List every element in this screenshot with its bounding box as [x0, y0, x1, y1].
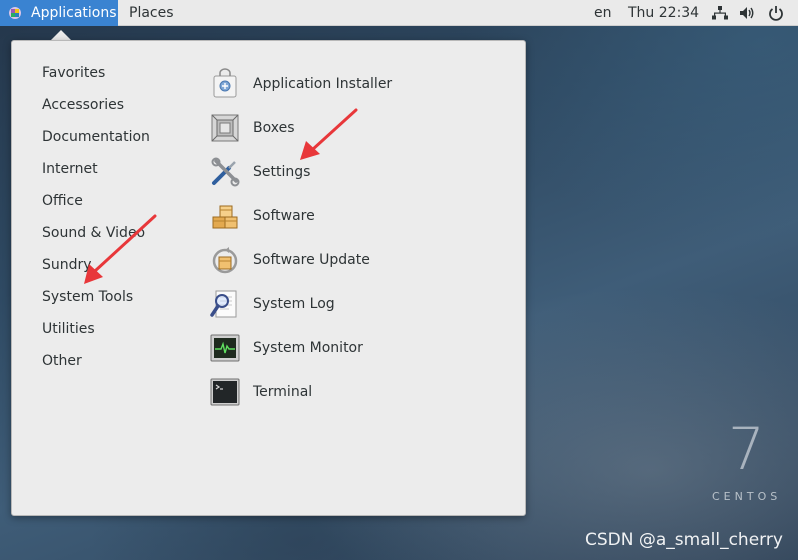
- app-item-software[interactable]: Software: [209, 194, 392, 238]
- category-sundry[interactable]: Sundry: [42, 255, 150, 287]
- gnome-foot-icon: [9, 7, 21, 19]
- category-other[interactable]: Other: [42, 351, 150, 383]
- app-item-application-installer[interactable]: Application Installer: [209, 62, 392, 106]
- software-update-icon: [209, 244, 241, 276]
- system-log-icon: [209, 288, 241, 320]
- volume-icon[interactable]: [739, 5, 755, 21]
- centos-version-logo: 7: [728, 415, 765, 483]
- software-icon: [209, 200, 241, 232]
- app-label: System Log: [253, 296, 335, 312]
- category-list: Favorites Accessories Documentation Inte…: [42, 63, 150, 383]
- centos-wordmark: CENTOS: [712, 490, 782, 503]
- category-internet[interactable]: Internet: [42, 159, 150, 191]
- clock[interactable]: Thu 22:34: [628, 0, 699, 26]
- app-item-boxes[interactable]: Boxes: [209, 106, 392, 150]
- app-item-settings[interactable]: Settings: [209, 150, 392, 194]
- app-item-software-update[interactable]: Software Update: [209, 238, 392, 282]
- language-label: en: [594, 5, 612, 21]
- app-label: Software: [253, 208, 315, 224]
- app-label: Settings: [253, 164, 311, 180]
- category-accessories[interactable]: Accessories: [42, 95, 150, 127]
- top-panel: Applications Places en Thu 22:34: [0, 0, 798, 26]
- category-office[interactable]: Office: [42, 191, 150, 223]
- places-label: Places: [129, 5, 174, 21]
- applications-menu: Favorites Accessories Documentation Inte…: [11, 40, 526, 516]
- app-installer-icon: [209, 68, 241, 100]
- category-sound-video[interactable]: Sound & Video: [42, 223, 150, 255]
- boxes-icon: [209, 112, 241, 144]
- app-list: Application Installer Boxes Settings Sof…: [209, 62, 392, 414]
- category-system-tools[interactable]: System Tools: [42, 287, 150, 319]
- applications-label: Applications: [31, 5, 117, 21]
- app-item-terminal[interactable]: Terminal: [209, 370, 392, 414]
- app-item-system-monitor[interactable]: System Monitor: [209, 326, 392, 370]
- settings-icon: [209, 156, 241, 188]
- category-utilities[interactable]: Utilities: [42, 319, 150, 351]
- power-icon[interactable]: [768, 5, 784, 21]
- language-indicator[interactable]: en: [594, 0, 612, 26]
- app-label: Boxes: [253, 120, 295, 136]
- category-favorites[interactable]: Favorites: [42, 63, 150, 95]
- csdn-watermark: CSDN @a_small_cherry: [585, 530, 783, 550]
- applications-menu-button[interactable]: Applications: [0, 0, 118, 26]
- category-documentation[interactable]: Documentation: [42, 127, 150, 159]
- network-icon[interactable]: [712, 5, 728, 21]
- app-label: Software Update: [253, 252, 370, 268]
- app-label: Terminal: [253, 384, 313, 400]
- app-item-system-log[interactable]: System Log: [209, 282, 392, 326]
- app-label: System Monitor: [253, 340, 363, 356]
- clock-label: Thu 22:34: [628, 5, 700, 21]
- places-menu-button[interactable]: Places: [129, 0, 174, 26]
- system-monitor-icon: [209, 332, 241, 364]
- terminal-icon: [209, 376, 241, 408]
- app-label: Application Installer: [253, 76, 393, 92]
